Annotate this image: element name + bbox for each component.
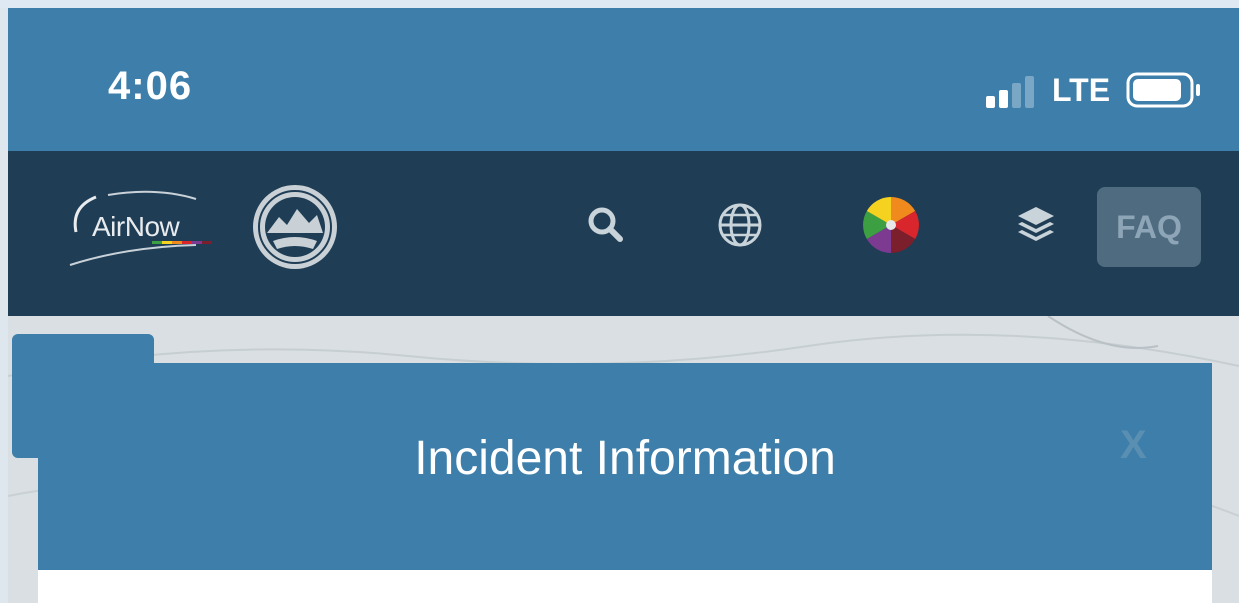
wildland-fire-seal-icon[interactable] bbox=[251, 183, 339, 271]
status-bar: 4:06 LTE bbox=[8, 8, 1239, 151]
modal-header: Incident Information X bbox=[38, 363, 1212, 570]
layers-icon[interactable] bbox=[1012, 201, 1060, 249]
search-icon[interactable] bbox=[582, 201, 630, 249]
color-wheel-icon[interactable] bbox=[861, 195, 921, 255]
globe-icon[interactable] bbox=[716, 201, 764, 249]
network-label: LTE bbox=[1052, 72, 1111, 108]
faq-button[interactable]: FAQ bbox=[1097, 187, 1201, 267]
airnow-logo[interactable]: AirNow bbox=[66, 187, 236, 267]
signal-bars-icon bbox=[986, 76, 1034, 108]
battery-icon bbox=[1126, 72, 1200, 108]
top-navbar: AirNow FAQ bbox=[8, 151, 1239, 316]
close-button[interactable]: X bbox=[1120, 423, 1147, 468]
modal-body bbox=[38, 570, 1212, 603]
status-time: 4:06 bbox=[108, 64, 193, 108]
modal-title: Incident Information bbox=[414, 432, 836, 485]
airnow-logo-text: AirNow bbox=[92, 211, 180, 242]
top-strip bbox=[0, 0, 1239, 8]
incident-info-modal: Incident Information X bbox=[38, 363, 1212, 603]
